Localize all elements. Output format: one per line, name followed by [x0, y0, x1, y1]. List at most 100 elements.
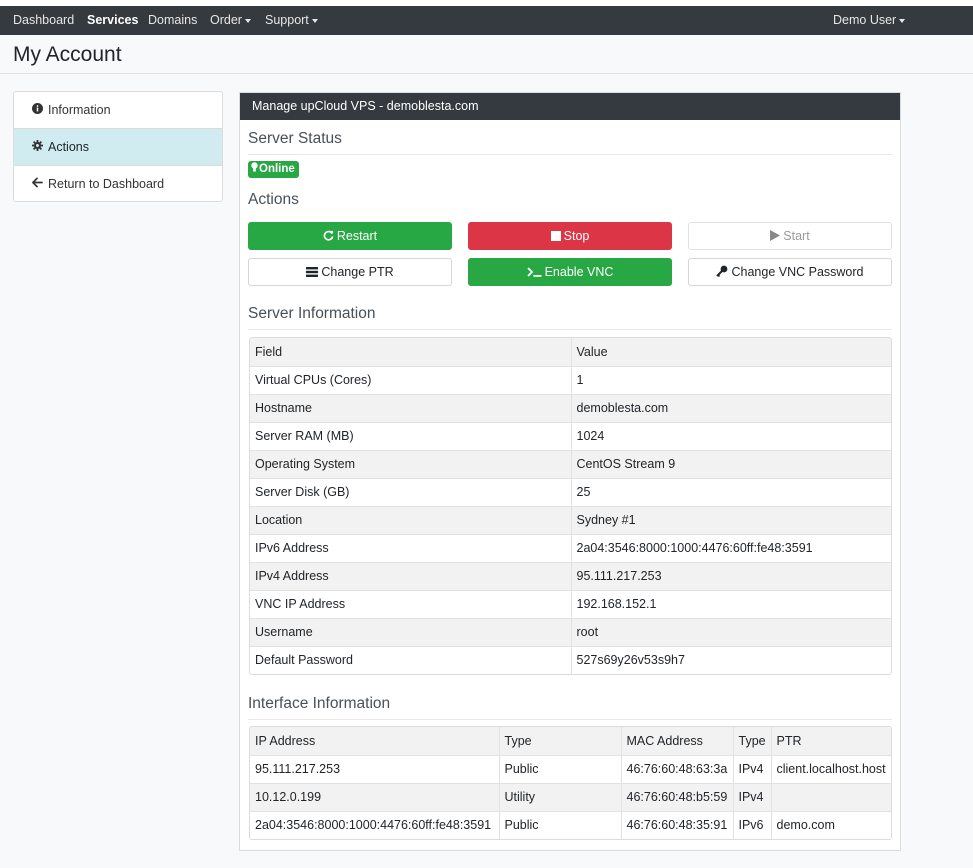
- nav-support-dropdown[interactable]: Support: [265, 6, 318, 35]
- mac-cell: 46:76:60:48:b5:59: [621, 783, 734, 812]
- section-divider: [248, 154, 892, 155]
- terminal-icon: [526, 260, 542, 286]
- nav-order-dropdown[interactable]: Order: [210, 6, 251, 35]
- refresh-icon: [323, 224, 334, 250]
- table-header-cell: MAC Address: [621, 727, 734, 756]
- change-vnc-password-label: Change VNC Password: [731, 265, 864, 279]
- start-label: Start: [783, 229, 810, 243]
- arrow-left-icon: [31, 167, 43, 201]
- table-row: Server Disk (GB) 25: [250, 478, 891, 507]
- nav-support-label: Support: [265, 13, 309, 27]
- info-circle-icon: [31, 93, 43, 130]
- table-header-cell: PTR: [771, 727, 891, 756]
- sidebar-item-information[interactable]: Information: [14, 92, 222, 129]
- table-row: IPv6 Address 2a04:3546:8000:1000:4476:60f…: [250, 534, 891, 563]
- nav-domains[interactable]: Domains: [148, 6, 197, 35]
- stop-button[interactable]: Stop: [468, 222, 672, 250]
- ptr-cell: [771, 783, 891, 812]
- field-cell: IPv6 Address: [250, 534, 572, 563]
- interface-information-title: Interface Information: [248, 695, 391, 712]
- field-cell: Server Disk (GB): [250, 478, 572, 507]
- section-divider: [248, 719, 892, 720]
- table-row: IPv4 Address 95.111.217.253: [250, 562, 891, 591]
- change-vnc-password-button[interactable]: Change VNC Password: [688, 258, 892, 286]
- page-title: My Account: [13, 43, 122, 66]
- table-row: Server RAM (MB) 1024: [250, 422, 891, 451]
- play-icon: [770, 224, 781, 250]
- field-cell: Location: [250, 506, 572, 535]
- table-row: 2a04:3546:8000:1000:4476:60ff:fe48:3591 P…: [250, 811, 891, 839]
- value-cell: root: [571, 618, 891, 647]
- ip-cell: 95.111.217.253: [250, 755, 500, 784]
- table-row: Location Sydney #1: [250, 506, 891, 535]
- field-cell: Username: [250, 618, 572, 647]
- server-information-table: Field Value Virtual CPUs (Cores) 1 Hostnam…: [249, 337, 892, 675]
- caret-down-icon: [899, 18, 906, 23]
- sidebar-item-label: Actions: [48, 140, 89, 154]
- table-row: Default Password 527s69y26v53s9h7: [250, 646, 891, 674]
- sidebar-item-label: Return to Dashboard: [48, 177, 165, 191]
- table-row: Operating System CentOS Stream 9: [250, 450, 891, 479]
- ip-cell: 10.12.0.199: [250, 783, 500, 812]
- mac-cell: 46:76:60:48:63:3a: [621, 755, 734, 784]
- mac-cell: 46:76:60:48:35:91: [621, 811, 734, 839]
- value-cell: demoblesta.com: [571, 394, 891, 423]
- value-cell: 527s69y26v53s9h7: [571, 646, 891, 674]
- table-row: Username root: [250, 618, 891, 647]
- nav-order-label: Order: [210, 13, 242, 27]
- manage-vps-panel: Manage upCloud VPS - demoblesta.com Serv…: [239, 92, 901, 851]
- nav-services[interactable]: Services: [87, 6, 138, 35]
- table-row: VNC IP Address 192.168.152.1: [250, 590, 891, 619]
- value-cell: 192.168.152.1: [571, 590, 891, 619]
- sidebar-item-label: Information: [48, 103, 111, 117]
- enable-vnc-button[interactable]: Enable VNC: [468, 258, 672, 286]
- caret-down-icon: [244, 18, 251, 23]
- section-divider: [248, 329, 892, 330]
- restart-button[interactable]: Restart: [248, 222, 452, 250]
- field-cell: Virtual CPUs (Cores): [250, 366, 572, 395]
- title-divider: [0, 73, 973, 74]
- value-cell: 1: [571, 366, 891, 395]
- caret-down-icon: [311, 18, 318, 23]
- type-cell: Public: [499, 755, 622, 784]
- field-cell: Hostname: [250, 394, 572, 423]
- table-header-cell: IP Address: [250, 727, 500, 756]
- nav-dashboard[interactable]: Dashboard: [13, 6, 74, 35]
- type-cell: Public: [499, 811, 622, 839]
- ip-type-cell: IPv4: [733, 783, 772, 812]
- field-cell: VNC IP Address: [250, 590, 572, 619]
- interface-information-table: IP Address Type MAC Address Type PTR 95.111.…: [249, 726, 892, 840]
- value-cell: 1024: [571, 422, 891, 451]
- table-header-cell: Field: [250, 338, 572, 367]
- gear-icon: [31, 130, 43, 167]
- top-navbar: Dashboard Services Domains Order Support…: [0, 6, 973, 35]
- field-cell: Default Password: [250, 646, 572, 674]
- lightbulb-icon: [251, 162, 259, 175]
- sidebar-item-actions[interactable]: Actions: [14, 129, 222, 166]
- enable-vnc-label: Enable VNC: [544, 265, 614, 279]
- server-status-title: Server Status: [248, 130, 342, 147]
- field-cell: Server RAM (MB): [250, 422, 572, 451]
- nav-user-label: Demo User: [833, 13, 897, 27]
- server-list-icon: [306, 260, 319, 286]
- restart-label: Restart: [336, 229, 378, 243]
- nav-user-dropdown[interactable]: Demo User: [833, 6, 906, 35]
- table-header-cell: Value: [571, 338, 891, 367]
- table-header-row: IP Address Type MAC Address Type PTR: [250, 727, 891, 756]
- sidebar: Information Actions Return to Dashboard: [13, 91, 223, 202]
- field-cell: Operating System: [250, 450, 572, 479]
- table-row: Hostname demoblesta.com: [250, 394, 891, 423]
- status-badge: Online: [248, 161, 299, 178]
- start-button[interactable]: Start: [688, 222, 892, 250]
- server-information-title: Server Information: [248, 305, 376, 322]
- change-ptr-button[interactable]: Change PTR: [248, 258, 452, 286]
- sidebar-item-return-dashboard[interactable]: Return to Dashboard: [14, 166, 222, 201]
- ptr-cell: demo.com: [771, 811, 891, 839]
- panel-header: Manage upCloud VPS - demoblesta.com: [240, 93, 900, 120]
- table-header-row: Field Value: [250, 338, 891, 367]
- value-cell: 2a04:3546:8000:1000:4476:60ff:fe48:3591: [571, 534, 891, 563]
- actions-title: Actions: [248, 191, 299, 208]
- ip-type-cell: IPv6: [733, 811, 772, 839]
- table-header-cell: Type: [733, 727, 772, 756]
- field-cell: IPv4 Address: [250, 562, 572, 591]
